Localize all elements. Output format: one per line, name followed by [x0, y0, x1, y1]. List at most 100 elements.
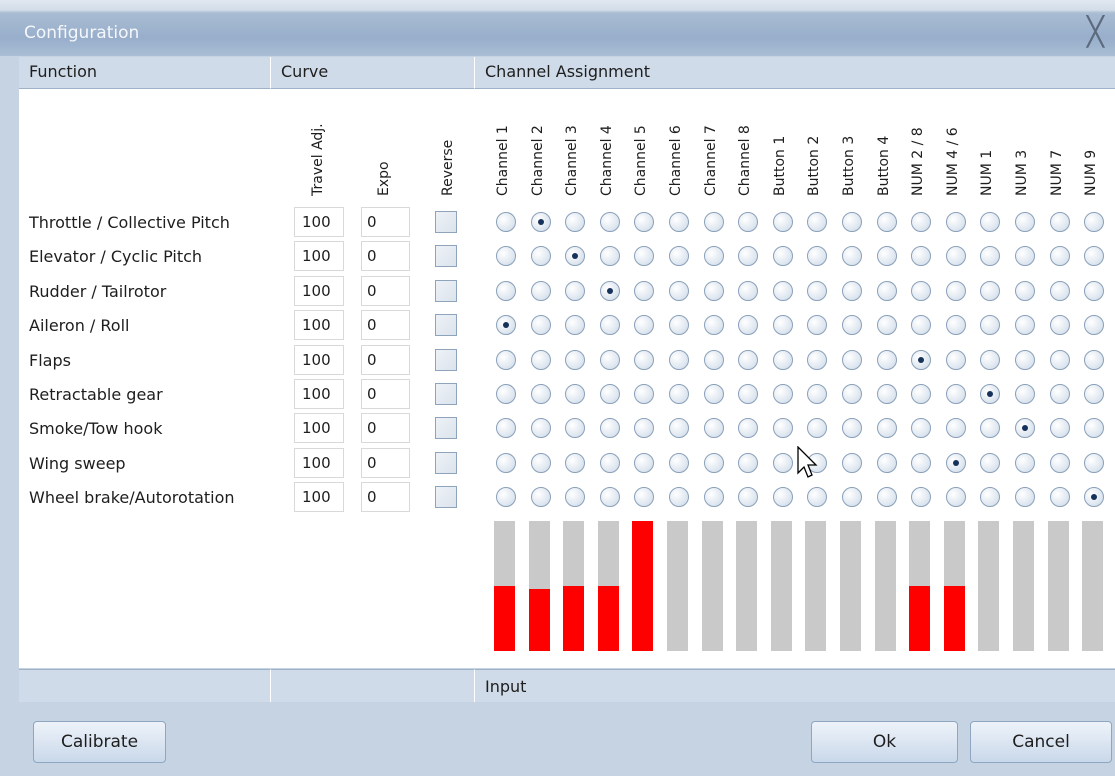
channel-radio[interactable] [772, 487, 793, 508]
channel-radio[interactable] [945, 315, 966, 336]
channel-radio[interactable] [945, 384, 966, 404]
channel-radio[interactable] [842, 349, 862, 370]
channel-radio[interactable] [565, 349, 586, 370]
channel-radio[interactable] [1049, 487, 1070, 508]
channel-radio[interactable] [703, 280, 724, 301]
channel-radio[interactable] [1049, 418, 1070, 439]
expo-input[interactable]: 0 [361, 379, 410, 409]
channel-radio[interactable] [738, 280, 759, 301]
channel-radio[interactable] [842, 452, 862, 473]
channel-radio[interactable] [1015, 384, 1035, 404]
expo-input[interactable]: 0 [361, 482, 410, 513]
channel-radio[interactable] [1049, 212, 1070, 232]
ok-button[interactable]: Ok [811, 721, 958, 763]
expo-input[interactable]: 0 [361, 413, 410, 444]
channel-radio[interactable] [565, 280, 586, 301]
channel-radio[interactable] [530, 384, 551, 404]
channel-radio[interactable] [1049, 246, 1070, 267]
travel-adj-input[interactable]: 100 [294, 241, 344, 272]
channel-radio[interactable] [945, 487, 966, 508]
channel-radio[interactable] [530, 315, 551, 336]
channel-radio[interactable] [1015, 280, 1035, 301]
channel-radio[interactable] [911, 280, 932, 301]
channel-radio[interactable] [703, 487, 724, 508]
reverse-checkbox[interactable] [435, 279, 457, 302]
channel-radio[interactable] [703, 315, 724, 336]
channel-radio[interactable] [496, 280, 516, 301]
expo-input[interactable]: 0 [361, 241, 410, 272]
channel-radio[interactable] [911, 349, 932, 370]
channel-radio[interactable] [1084, 280, 1105, 301]
channel-radio[interactable] [530, 418, 551, 439]
channel-radio[interactable] [842, 384, 862, 404]
channel-radio[interactable] [530, 212, 551, 232]
channel-radio[interactable] [599, 280, 620, 301]
channel-radio[interactable] [772, 452, 793, 473]
travel-adj-input[interactable]: 100 [294, 482, 344, 513]
channel-radio[interactable] [599, 349, 620, 370]
cancel-button[interactable]: Cancel [970, 721, 1112, 763]
channel-radio[interactable] [772, 349, 793, 370]
channel-radio[interactable] [496, 349, 516, 370]
reverse-checkbox[interactable] [435, 417, 457, 440]
channel-radio[interactable] [842, 280, 862, 301]
travel-adj-input[interactable]: 100 [294, 310, 344, 341]
channel-radio[interactable] [738, 349, 759, 370]
channel-radio[interactable] [945, 452, 966, 473]
channel-radio[interactable] [876, 487, 897, 508]
channel-radio[interactable] [842, 212, 862, 232]
reverse-checkbox[interactable] [435, 348, 457, 371]
channel-radio[interactable] [530, 280, 551, 301]
channel-radio[interactable] [945, 212, 966, 232]
channel-radio[interactable] [599, 452, 620, 473]
expo-input[interactable]: 0 [361, 275, 410, 306]
channel-radio[interactable] [496, 212, 516, 232]
travel-adj-input[interactable]: 100 [294, 447, 344, 478]
channel-radio[interactable] [772, 384, 793, 404]
channel-radio[interactable] [876, 280, 897, 301]
channel-radio[interactable] [1084, 349, 1105, 370]
reverse-checkbox[interactable] [435, 245, 457, 268]
channel-radio[interactable] [703, 212, 724, 232]
channel-radio[interactable] [496, 452, 516, 473]
channel-radio[interactable] [634, 349, 655, 370]
channel-radio[interactable] [703, 246, 724, 267]
channel-radio[interactable] [738, 452, 759, 473]
reverse-checkbox[interactable] [435, 211, 457, 233]
channel-radio[interactable] [703, 384, 724, 404]
expo-input[interactable]: 0 [361, 447, 410, 478]
channel-radio[interactable] [703, 349, 724, 370]
channel-radio[interactable] [530, 487, 551, 508]
reverse-checkbox[interactable] [435, 451, 457, 474]
channel-radio[interactable] [1084, 452, 1105, 473]
channel-radio[interactable] [703, 418, 724, 439]
channel-radio[interactable] [1015, 452, 1035, 473]
channel-radio[interactable] [669, 384, 689, 404]
channel-radio[interactable] [530, 246, 551, 267]
channel-radio[interactable] [876, 418, 897, 439]
channel-radio[interactable] [876, 246, 897, 267]
travel-adj-input[interactable]: 100 [294, 275, 344, 306]
channel-radio[interactable] [599, 384, 620, 404]
reverse-checkbox[interactable] [435, 383, 457, 405]
channel-radio[interactable] [945, 349, 966, 370]
channel-radio[interactable] [772, 280, 793, 301]
channel-radio[interactable] [980, 349, 1001, 370]
channel-radio[interactable] [599, 487, 620, 508]
channel-radio[interactable] [1049, 349, 1070, 370]
channel-radio[interactable] [599, 212, 620, 232]
channel-radio[interactable] [530, 349, 551, 370]
channel-radio[interactable] [496, 384, 516, 404]
travel-adj-input[interactable]: 100 [294, 207, 344, 237]
channel-radio[interactable] [669, 212, 689, 232]
channel-radio[interactable] [772, 212, 793, 232]
channel-radio[interactable] [1049, 315, 1070, 336]
channel-radio[interactable] [530, 452, 551, 473]
travel-adj-input[interactable]: 100 [294, 379, 344, 409]
channel-radio[interactable] [669, 349, 689, 370]
channel-radio[interactable] [599, 315, 620, 336]
channel-radio[interactable] [1049, 280, 1070, 301]
channel-radio[interactable] [807, 349, 828, 370]
channel-radio[interactable] [945, 280, 966, 301]
channel-radio[interactable] [703, 452, 724, 473]
